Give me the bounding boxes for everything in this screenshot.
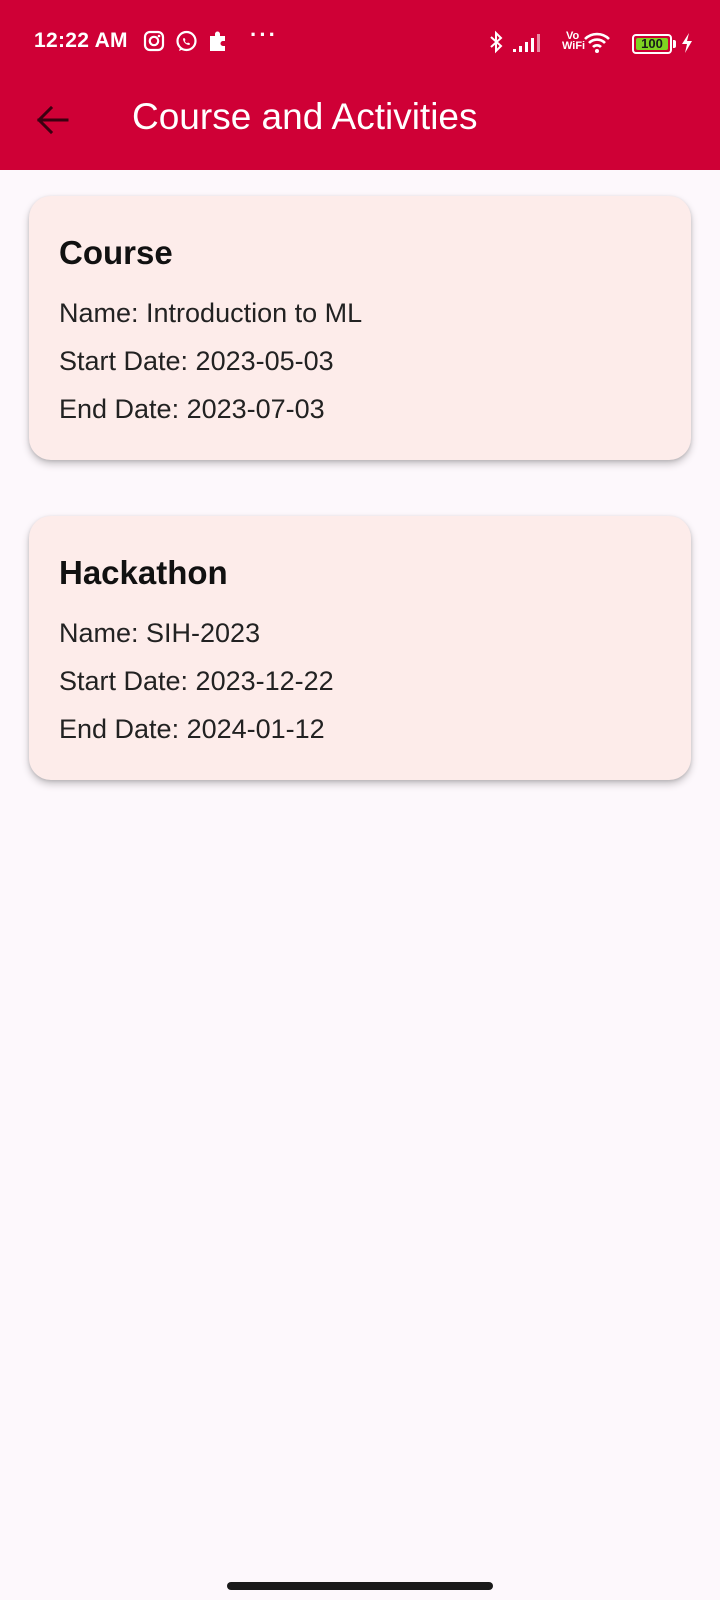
vowifi-icon: Vo WiFi: [562, 31, 586, 52]
more-notifications-icon: ···: [250, 22, 278, 47]
card-end-date: End Date: 2024-01-12: [59, 714, 325, 744]
course-card: Course Name: Introduction to ML Start Da…: [29, 196, 691, 460]
card-name: Name: Introduction to ML: [59, 298, 363, 328]
app-bar: 12:22 AM ··· Vo WiFi 100 Course and Acti…: [0, 0, 720, 170]
card-start-date: Start Date: 2023-12-22: [59, 666, 334, 696]
card-heading: Hackathon: [59, 554, 228, 591]
card-heading: Course: [59, 234, 173, 271]
signal-icon: [513, 34, 540, 52]
page-title: Course and Activities: [132, 96, 478, 137]
card-start-date: Start Date: 2023-05-03: [59, 346, 334, 376]
status-time: 12:22 AM: [34, 29, 128, 52]
wifi-icon: [584, 32, 610, 53]
whatsapp-icon: [176, 30, 197, 52]
bluetooth-icon: [490, 30, 503, 54]
battery-level-text: 100: [641, 36, 663, 51]
charging-icon: [682, 33, 692, 53]
hackathon-card: Hackathon Name: SIH-2023 Start Date: 202…: [29, 516, 691, 780]
card-name: Name: SIH-2023: [59, 618, 261, 648]
status-bar: 12:22 AM ··· Vo WiFi 100: [0, 0, 720, 86]
puzzle-icon: [210, 31, 225, 51]
back-button[interactable]: [26, 94, 78, 146]
card-end-date: End Date: 2023-07-03: [59, 394, 325, 424]
arrow-left-icon: [36, 105, 69, 135]
battery-tip: [673, 40, 676, 48]
vowifi-bottom-label: WiFi: [562, 40, 586, 52]
home-indicator[interactable]: [227, 1582, 493, 1590]
instagram-icon: [143, 30, 165, 52]
battery-icon: 100: [632, 34, 672, 54]
